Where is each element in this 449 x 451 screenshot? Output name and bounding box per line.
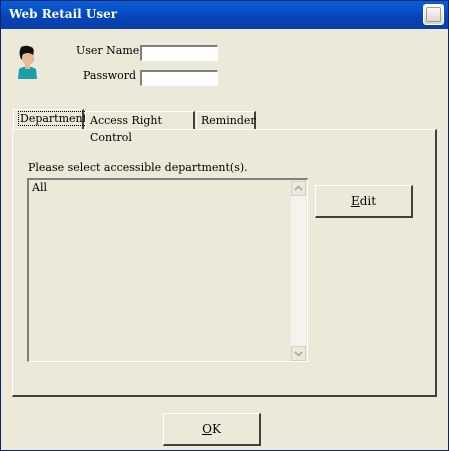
tab-access-right-control[interactable]: Access Right Control bbox=[85, 111, 195, 144]
password-label: Password : bbox=[83, 69, 144, 82]
edit-mnemonic: E bbox=[350, 194, 360, 208]
ok-button[interactable]: OK bbox=[163, 413, 261, 446]
close-button[interactable] bbox=[423, 4, 444, 25]
ok-mnemonic: O bbox=[202, 422, 212, 436]
ok-label-rest: K bbox=[211, 422, 221, 436]
user-name-label: User Name : bbox=[76, 44, 147, 57]
scroll-down-button[interactable] bbox=[291, 346, 306, 361]
tab-reminder-label: Reminder bbox=[201, 114, 256, 127]
list-scrollbar[interactable] bbox=[291, 181, 306, 361]
password-field[interactable] bbox=[140, 70, 218, 86]
edit-button[interactable]: Edit bbox=[315, 185, 413, 218]
edit-label-rest: dit bbox=[359, 194, 377, 208]
web-retail-user-dialog: Web Retail User User Name : Password : D… bbox=[0, 0, 449, 451]
scroll-up-button[interactable] bbox=[291, 181, 306, 196]
user-name-field[interactable] bbox=[140, 45, 218, 61]
user-avatar-icon bbox=[15, 45, 39, 79]
department-instruction: Please select accessible department(s). bbox=[28, 161, 248, 174]
department-list[interactable]: All bbox=[27, 178, 308, 362]
title-bar[interactable]: Web Retail User bbox=[1, 1, 448, 29]
chevron-up-icon bbox=[294, 185, 303, 191]
tab-reminder[interactable]: Reminder bbox=[196, 111, 256, 129]
chevron-down-icon bbox=[294, 351, 303, 357]
window-title: Web Retail User bbox=[9, 7, 118, 21]
tab-department-label: Department bbox=[18, 111, 90, 126]
list-item[interactable]: All bbox=[32, 181, 47, 194]
tab-department[interactable]: Department bbox=[13, 109, 90, 129]
